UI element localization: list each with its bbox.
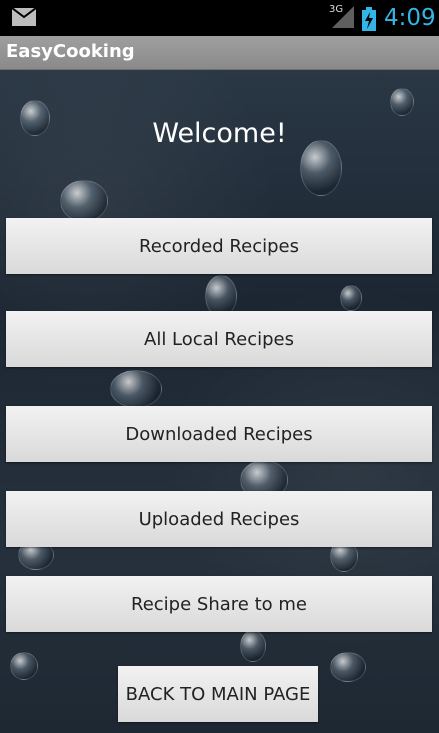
water-drop-decoration [330,652,366,682]
battery-charging-icon [362,7,376,31]
recipe-share-to-me-button[interactable]: Recipe Share to me [6,576,432,632]
status-bar: 3G 4:09 [0,0,439,36]
action-bar: EasyCooking [0,36,439,70]
app-title: EasyCooking [6,41,135,62]
back-to-main-page-button[interactable]: BACK TO MAIN PAGE [118,666,318,722]
welcome-heading: Welcome! [152,118,287,149]
main-content: Welcome! Recorded Recipes All Local Reci… [0,70,439,733]
water-drop-decoration [10,652,38,680]
water-drop-decoration [340,285,362,311]
status-time: 4:09 [384,5,436,31]
signal-icon [332,6,354,28]
water-drop-decoration [390,88,414,116]
water-drop-decoration [60,180,108,222]
mail-icon [12,8,36,26]
all-local-recipes-button[interactable]: All Local Recipes [6,311,432,367]
water-drop-decoration [110,370,162,408]
recorded-recipes-button[interactable]: Recorded Recipes [6,218,432,274]
uploaded-recipes-button[interactable]: Uploaded Recipes [6,491,432,547]
water-drop-decoration [240,630,266,662]
downloaded-recipes-button[interactable]: Downloaded Recipes [6,406,432,462]
